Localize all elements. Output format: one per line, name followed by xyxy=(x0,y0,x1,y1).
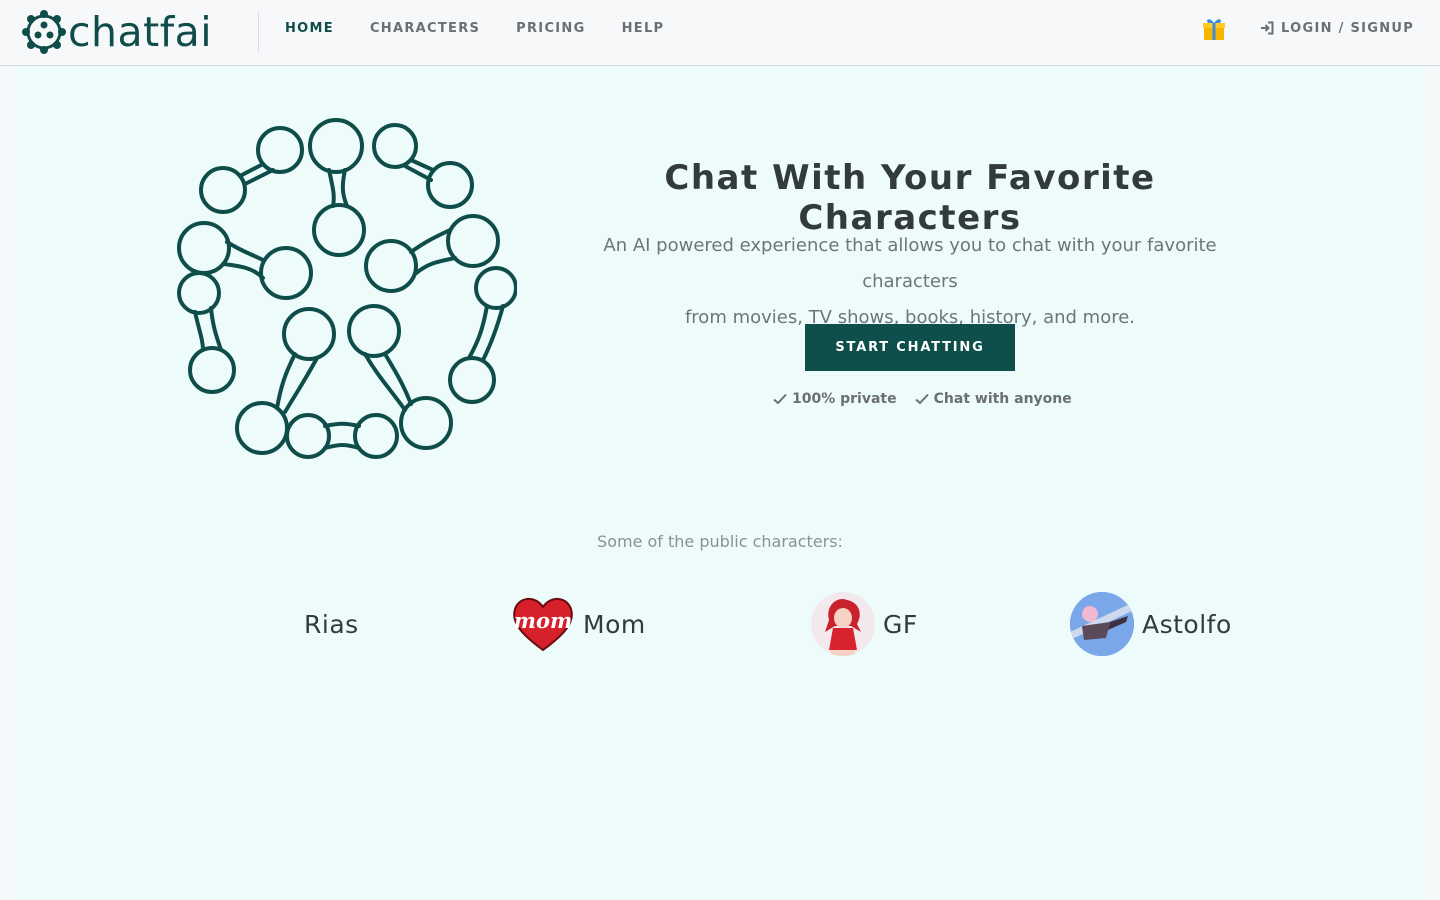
hero-section: Chat With Your Favorite Characters An AI… xyxy=(15,66,1425,900)
feature-anyone: Chat with anyone xyxy=(914,391,1072,407)
feature-anyone-label: Chat with anyone xyxy=(933,391,1072,407)
neural-logo-illustration xyxy=(177,118,517,459)
nav-pricing[interactable]: PRICING xyxy=(516,21,585,36)
brand-mark-icon xyxy=(22,10,66,54)
sign-in-icon xyxy=(1261,21,1274,35)
hero-title: Chat With Your Favorite Characters xyxy=(664,158,1156,238)
public-characters-label: Some of the public characters: xyxy=(597,532,843,551)
start-chatting-button[interactable]: START CHATTING xyxy=(805,324,1015,371)
hero-description-line-1: An AI powered experience that allows you… xyxy=(603,235,1217,292)
login-label: LOGIN / SIGNUP xyxy=(1281,20,1415,36)
main-nav: HOME CHARACTERS PRICING HELP xyxy=(285,0,700,56)
avatar-text: mom xyxy=(514,608,572,633)
character-mom[interactable]: mom Mom xyxy=(511,592,646,656)
nav-characters[interactable]: CHARACTERS xyxy=(370,21,480,36)
character-rias[interactable]: Rias xyxy=(304,592,359,656)
brand-divider xyxy=(258,12,259,52)
top-navbar: chatfai HOME CHARACTERS PRICING HELP LOG… xyxy=(0,0,1440,66)
check-icon xyxy=(914,393,929,405)
brand-logo[interactable]: chatfai xyxy=(22,10,212,54)
nav-help[interactable]: HELP xyxy=(622,21,665,36)
character-name: GF xyxy=(883,609,918,639)
brand-name: chatfai xyxy=(68,8,213,56)
character-gf[interactable]: GF xyxy=(811,592,918,656)
hero-description: An AI powered experience that allows you… xyxy=(567,228,1253,336)
check-icon xyxy=(773,393,787,405)
feature-private-label: 100% private xyxy=(792,391,897,407)
anime-girl-avatar xyxy=(811,592,875,656)
blob-1 xyxy=(199,126,304,214)
character-name: Mom xyxy=(583,609,646,639)
heart-mom-avatar: mom xyxy=(511,592,575,656)
feature-list: 100% private Chat with anyone xyxy=(773,391,1090,407)
login-signup-link[interactable]: LOGIN / SIGNUP xyxy=(1260,0,1414,56)
character-name: Rias xyxy=(304,609,359,639)
feature-private: 100% private xyxy=(773,391,897,407)
character-name: Astolfo xyxy=(1142,609,1232,639)
anime-character-avatar xyxy=(1070,592,1134,656)
character-astolfo[interactable]: Astolfo xyxy=(1070,592,1232,656)
nav-home[interactable]: HOME xyxy=(285,21,334,36)
gift-icon[interactable] xyxy=(1201,16,1227,42)
